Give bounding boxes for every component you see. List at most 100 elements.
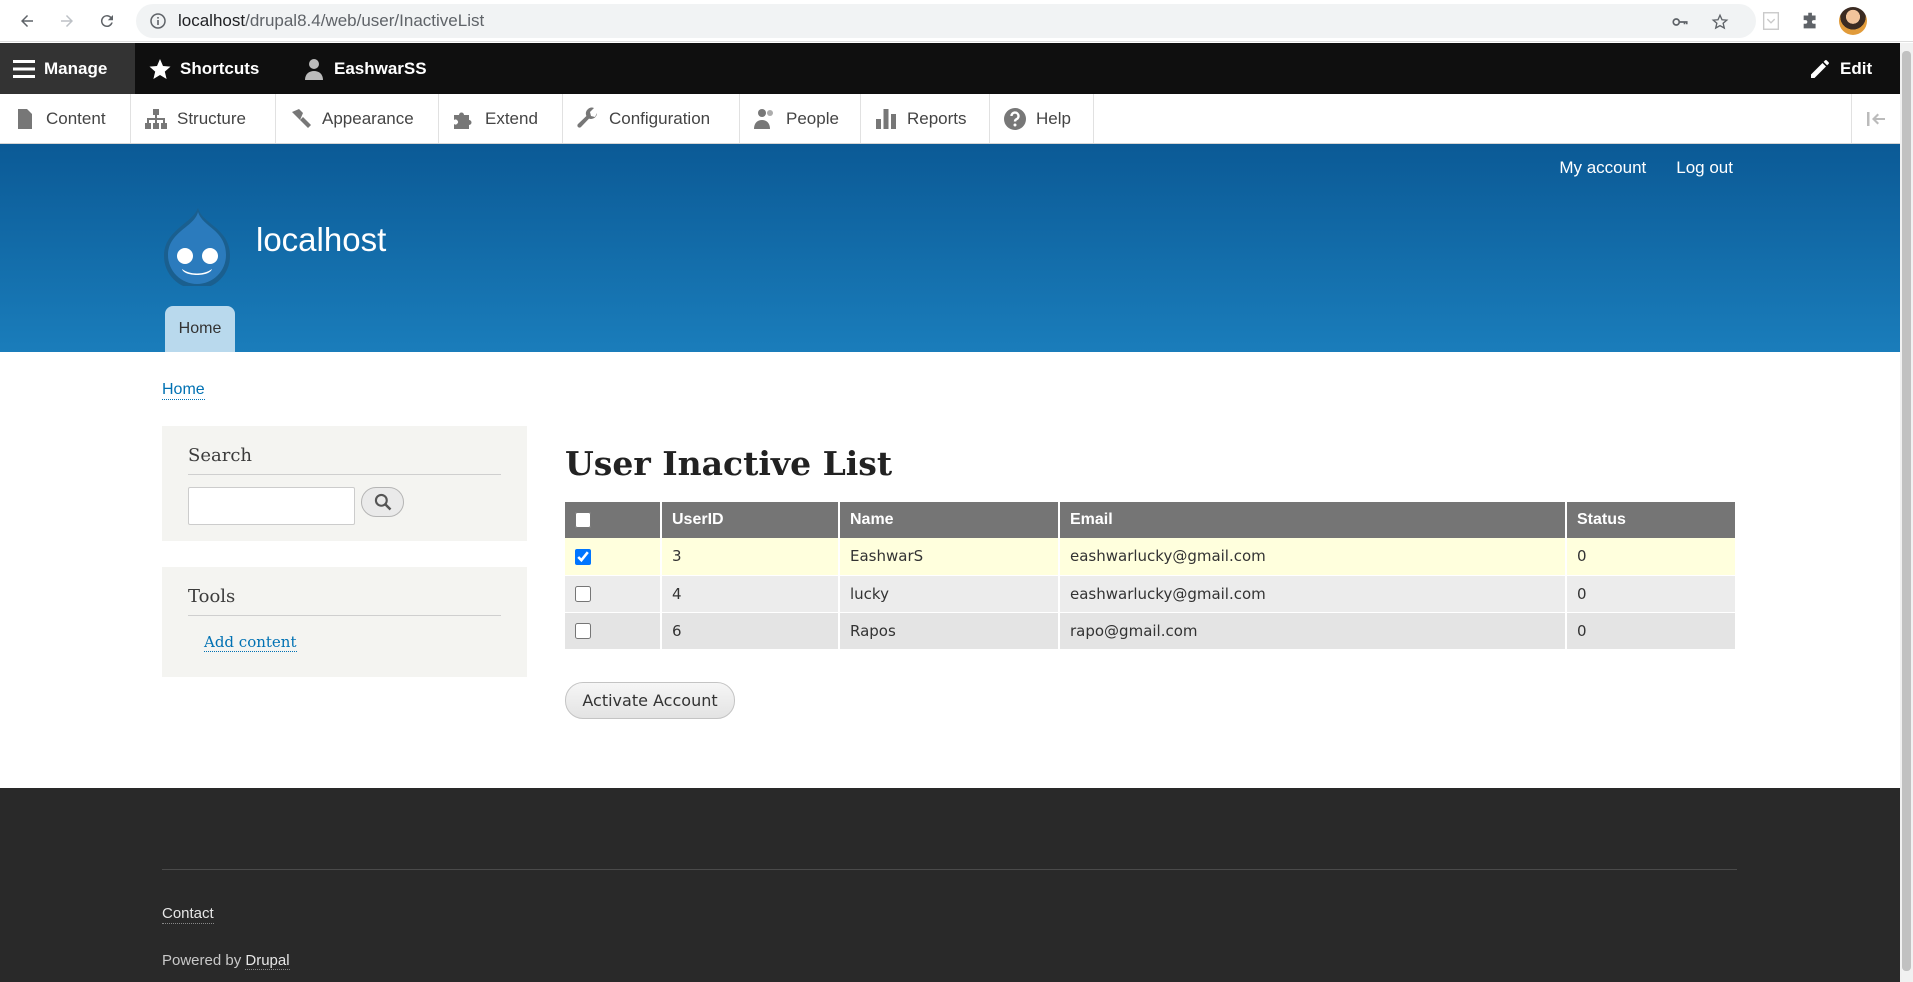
key-icon[interactable] — [1671, 13, 1689, 31]
tray-item-configuration[interactable]: Configuration — [563, 94, 740, 143]
search-block: Search — [162, 426, 527, 541]
column-header-name[interactable]: Name — [839, 502, 1060, 538]
tray-item-label: Content — [46, 108, 106, 128]
forward-icon[interactable] — [55, 9, 79, 33]
extension-page-icon[interactable] — [1760, 10, 1782, 32]
status-cell: 0 — [1566, 612, 1735, 650]
table-row: 3 EashwarS eashwarlucky@gmail.com 0 — [565, 538, 1735, 576]
manage-label: Manage — [44, 58, 108, 78]
tray-item-reports[interactable]: Reports — [861, 94, 990, 143]
site-header: My account Log out localhost Home — [0, 144, 1900, 352]
admin-tray: Content Structure Appearance Extend Conf… — [0, 94, 1900, 144]
collapse-tray-icon[interactable] — [1851, 94, 1900, 143]
contact-link[interactable]: Contact — [162, 905, 214, 924]
pencil-icon — [1811, 59, 1829, 78]
puzzle-icon — [454, 112, 472, 129]
table-header-row: UserID Name Email Status — [565, 502, 1735, 538]
info-icon[interactable] — [150, 13, 166, 29]
star-icon — [149, 58, 171, 79]
status-cell: 0 — [1566, 575, 1735, 613]
url-text: localhost/drupal8.4/web/user/InactiveLis… — [178, 11, 484, 31]
hamburger-icon — [13, 59, 35, 78]
back-icon[interactable] — [15, 9, 39, 33]
reload-icon[interactable] — [95, 9, 119, 33]
edit-button[interactable]: Edit — [1796, 43, 1884, 94]
row-select-cell — [565, 575, 662, 613]
email-cell: rapo@gmail.com — [1059, 612, 1567, 650]
edit-label: Edit — [1840, 58, 1873, 78]
paintbrush-icon — [292, 108, 311, 128]
site-name[interactable]: localhost — [256, 221, 386, 259]
email-cell: eashwarlucky@gmail.com — [1059, 538, 1567, 576]
select-all-checkbox[interactable] — [575, 511, 591, 528]
account-menu: My account Log out — [1559, 158, 1733, 178]
column-header-status[interactable]: Status — [1566, 502, 1735, 538]
home-tab[interactable]: Home — [165, 306, 235, 352]
table-row: 4 lucky eashwarlucky@gmail.com 0 — [565, 575, 1735, 613]
tray-item-label: Help — [1036, 108, 1071, 128]
name-cell: lucky — [839, 575, 1060, 613]
tray-item-extend[interactable]: Extend — [439, 94, 563, 143]
page-title: User Inactive List — [565, 444, 893, 483]
row-select-cell — [565, 538, 662, 576]
footer-divider — [162, 869, 1737, 870]
name-cell: EashwarS — [839, 538, 1060, 576]
tray-item-structure[interactable]: Structure — [131, 94, 276, 143]
people-icon — [754, 108, 773, 129]
inactive-users-table: UserID Name Email Status 3 EashwarS eash… — [565, 502, 1735, 650]
shortcuts-label: Shortcuts — [180, 58, 260, 78]
tray-item-label: People — [786, 108, 839, 128]
bar-chart-icon — [876, 108, 896, 129]
search-icon — [374, 493, 391, 511]
row-checkbox[interactable] — [575, 548, 591, 565]
select-all-header — [565, 502, 662, 538]
user-label: EashwarSS — [334, 58, 427, 78]
drupal-logo[interactable] — [160, 206, 234, 286]
tray-item-label: Extend — [485, 108, 538, 128]
row-checkbox[interactable] — [575, 623, 591, 639]
search-input[interactable] — [188, 487, 355, 525]
drupal-link[interactable]: Drupal — [245, 952, 290, 970]
table-row: 6 Rapos rapo@gmail.com 0 — [565, 612, 1735, 650]
tray-item-appearance[interactable]: Appearance — [276, 94, 439, 143]
user-icon — [305, 58, 323, 80]
log-out-link[interactable]: Log out — [1676, 158, 1733, 178]
scrollbar-thumb[interactable] — [1902, 51, 1911, 971]
profile-avatar[interactable] — [1839, 7, 1867, 35]
bookmark-star-icon[interactable] — [1711, 13, 1729, 31]
email-cell: eashwarlucky@gmail.com — [1059, 575, 1567, 613]
extensions-puzzle-icon[interactable] — [1800, 10, 1822, 32]
column-header-email[interactable]: Email — [1059, 502, 1567, 538]
manage-button[interactable]: Manage — [0, 43, 135, 94]
name-cell: Rapos — [839, 612, 1060, 650]
status-cell: 0 — [1566, 538, 1735, 576]
structure-icon — [145, 108, 167, 129]
add-content-link[interactable]: Add content — [204, 633, 297, 652]
search-block-title: Search — [188, 445, 501, 475]
userid-cell: 3 — [661, 538, 840, 576]
row-select-cell — [565, 612, 662, 650]
wrench-icon — [577, 107, 597, 128]
search-button[interactable] — [361, 487, 404, 517]
url-host: localhost — [178, 11, 246, 30]
tray-item-people[interactable]: People — [740, 94, 861, 143]
row-checkbox[interactable] — [575, 586, 591, 602]
shortcuts-button[interactable]: Shortcuts — [136, 43, 271, 94]
tools-block: Tools Add content — [162, 567, 527, 677]
userid-cell: 4 — [661, 575, 840, 613]
user-button[interactable]: EashwarSS — [290, 43, 439, 94]
file-icon — [18, 108, 32, 129]
address-bar[interactable]: localhost/drupal8.4/web/user/InactiveLis… — [136, 4, 1756, 38]
my-account-link[interactable]: My account — [1559, 158, 1646, 178]
breadcrumb-home-link[interactable]: Home — [162, 380, 205, 400]
browser-toolbar: localhost/drupal8.4/web/user/InactiveLis… — [0, 0, 1913, 42]
powered-by-text: Powered by Drupal — [162, 952, 290, 970]
tools-block-title: Tools — [188, 586, 501, 616]
tray-item-help[interactable]: Help — [990, 94, 1094, 143]
activate-account-button[interactable]: Activate Account — [565, 682, 735, 719]
userid-cell: 6 — [661, 612, 840, 650]
tray-item-content[interactable]: Content — [0, 94, 131, 143]
page-scrollbar[interactable] — [1900, 43, 1913, 982]
column-header-userid[interactable]: UserID — [661, 502, 840, 538]
admin-toolbar: Manage Shortcuts EashwarSS Edit — [0, 43, 1900, 94]
